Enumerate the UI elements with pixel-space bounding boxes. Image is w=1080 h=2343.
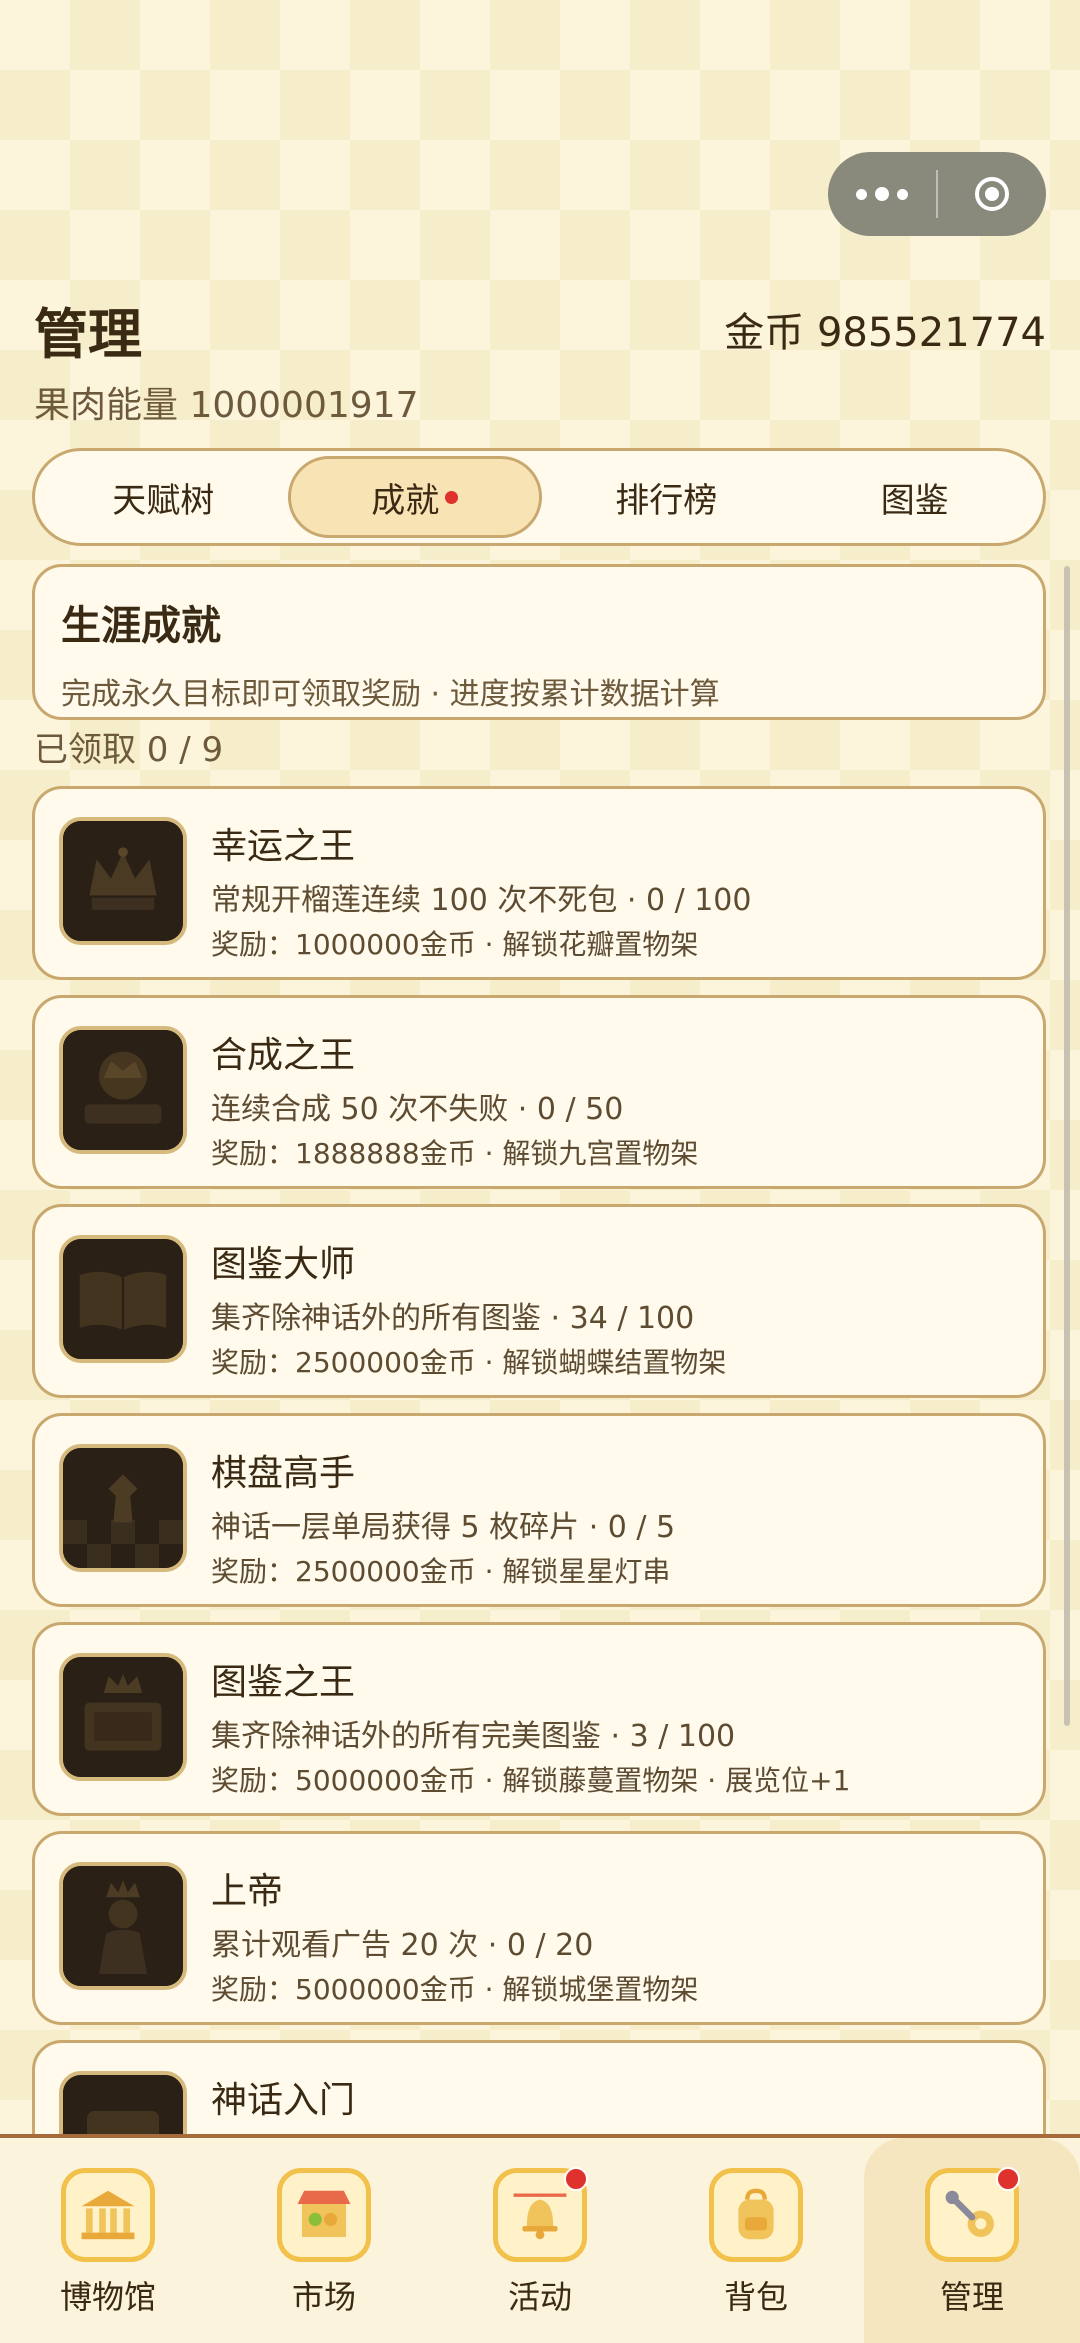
gold-balance: 金币 985521774 bbox=[724, 310, 1046, 356]
claimed-count: 已领取 0 / 9 bbox=[34, 730, 224, 770]
achievement-card: 上帝 累计观看广告 20 次 · 0 / 20 奖励：5000000金币 · 解… bbox=[32, 1831, 1046, 2025]
page-title: 管理 bbox=[34, 303, 142, 366]
achievement-reward: 奖励：2500000金币 · 解锁蝴蝶结置物架 bbox=[211, 1346, 727, 1379]
tab-label: 成就 bbox=[371, 480, 440, 521]
market-icon bbox=[277, 2168, 371, 2262]
god-icon bbox=[59, 1862, 187, 1990]
achievement-title: 幸运之王 bbox=[211, 826, 356, 867]
notification-dot bbox=[445, 490, 459, 504]
tab-label: 图鉴 bbox=[880, 480, 949, 521]
crown-book-icon bbox=[59, 1653, 187, 1781]
nav-market[interactable]: 市场 bbox=[216, 2138, 432, 2343]
notification-dot bbox=[996, 2167, 1020, 2191]
tab-achievements[interactable]: 成就 bbox=[287, 456, 542, 538]
nav-label: 博物馆 bbox=[59, 2278, 156, 2316]
bell-icon bbox=[493, 2167, 588, 2262]
achievement-progress: 神话一层单局获得 5 枚碎片 · 0 / 5 bbox=[211, 1510, 676, 1545]
achievement-card: 幸运之王 常规开榴莲连续 100 次不死包 · 0 / 100 奖励：10000… bbox=[32, 786, 1046, 980]
tab-label: 天赋树 bbox=[112, 480, 215, 521]
bottom-navigation: 博物馆 市场 活动 背包 管理 bbox=[0, 2134, 1080, 2343]
achievement-card: 神话入门 领取 bbox=[32, 2040, 1046, 2134]
more-menu-icon[interactable] bbox=[828, 152, 936, 236]
achievement-title: 棋盘高手 bbox=[211, 1453, 356, 1494]
achievement-title: 合成之王 bbox=[211, 1035, 356, 1076]
merge-crown-icon bbox=[59, 1026, 187, 1154]
crown-icon bbox=[59, 817, 187, 945]
achievement-progress: 常规开榴莲连续 100 次不死包 · 0 / 100 bbox=[211, 883, 752, 918]
tab-talent-tree[interactable]: 天赋树 bbox=[39, 456, 288, 538]
chess-icon bbox=[59, 1444, 187, 1572]
achievement-title: 图鉴大师 bbox=[211, 1244, 356, 1285]
achievement-card: 棋盘高手 神话一层单局获得 5 枚碎片 · 0 / 5 奖励：2500000金币… bbox=[32, 1413, 1046, 1607]
nav-label: 管理 bbox=[939, 2278, 1004, 2316]
museum-icon bbox=[61, 2168, 155, 2262]
miniprogram-capsule bbox=[828, 152, 1046, 236]
achievement-list: 幸运之王 常规开榴莲连续 100 次不死包 · 0 / 100 奖励：10000… bbox=[32, 786, 1046, 2134]
nav-manage[interactable]: 管理 bbox=[864, 2138, 1080, 2343]
nav-backpack[interactable]: 背包 bbox=[648, 2138, 864, 2343]
nav-label: 背包 bbox=[723, 2278, 788, 2316]
achievement-card: 合成之王 连续合成 50 次不失败 · 0 / 50 奖励：1888888金币 … bbox=[32, 995, 1046, 1189]
achievement-reward: 奖励：5000000金币 · 解锁城堡置物架 bbox=[211, 1973, 699, 2006]
tab-label: 排行榜 bbox=[615, 480, 718, 521]
achievement-card: 图鉴大师 集齐除神话外的所有图鉴 · 34 / 100 奖励：2500000金币… bbox=[32, 1204, 1046, 1398]
achievement-reward: 奖励：1000000金币 · 解锁花瓣置物架 bbox=[211, 928, 699, 961]
achievement-reward: 奖励：1888888金币 · 解锁九宫置物架 bbox=[211, 1137, 699, 1170]
achievement-title: 神话入门 bbox=[211, 2080, 356, 2121]
nav-museum[interactable]: 博物馆 bbox=[0, 2138, 216, 2343]
achievement-progress: 累计观看广告 20 次 · 0 / 20 bbox=[211, 1928, 594, 1963]
tab-bar: 天赋树 成就 排行榜 图鉴 bbox=[32, 448, 1046, 546]
achievement-card: 图鉴之王 集齐除神话外的所有完美图鉴 · 3 / 100 奖励：5000000金… bbox=[32, 1622, 1046, 1816]
achievement-progress: 集齐除神话外的所有图鉴 · 34 / 100 bbox=[211, 1301, 695, 1336]
scrollbar[interactable] bbox=[1064, 566, 1070, 1726]
notification-dot bbox=[564, 2167, 588, 2191]
book-icon bbox=[59, 1235, 187, 1363]
achievement-progress: 连续合成 50 次不失败 · 0 / 50 bbox=[211, 1092, 624, 1127]
nav-label: 市场 bbox=[291, 2278, 356, 2316]
achievement-title: 图鉴之王 bbox=[211, 1662, 356, 1703]
scroll-icon bbox=[59, 2071, 187, 2134]
nav-activity[interactable]: 活动 bbox=[432, 2138, 648, 2343]
achievement-title: 上帝 bbox=[211, 1871, 284, 1912]
tab-leaderboard[interactable]: 排行榜 bbox=[542, 456, 791, 538]
achievement-progress: 集齐除神话外的所有完美图鉴 · 3 / 100 bbox=[211, 1719, 736, 1754]
energy-balance: 果肉能量 1000001917 bbox=[34, 385, 419, 426]
close-miniprogram-icon[interactable] bbox=[938, 152, 1046, 236]
backpack-icon bbox=[709, 2168, 803, 2262]
section-title: 生涯成就 bbox=[61, 603, 221, 649]
section-description: 完成永久目标即可领取奖励 · 进度按累计数据计算 bbox=[61, 677, 720, 712]
career-achievements-header: 生涯成就 完成永久目标即可领取奖励 · 进度按累计数据计算 bbox=[32, 564, 1046, 720]
achievement-reward: 奖励：5000000金币 · 解锁藤蔓置物架 · 展览位+1 bbox=[211, 1764, 851, 1797]
achievement-reward: 奖励：2500000金币 · 解锁星星灯串 bbox=[211, 1555, 671, 1588]
nav-label: 活动 bbox=[507, 2278, 572, 2316]
wrench-gear-icon bbox=[925, 2167, 1020, 2262]
tab-collection[interactable]: 图鉴 bbox=[791, 456, 1040, 538]
